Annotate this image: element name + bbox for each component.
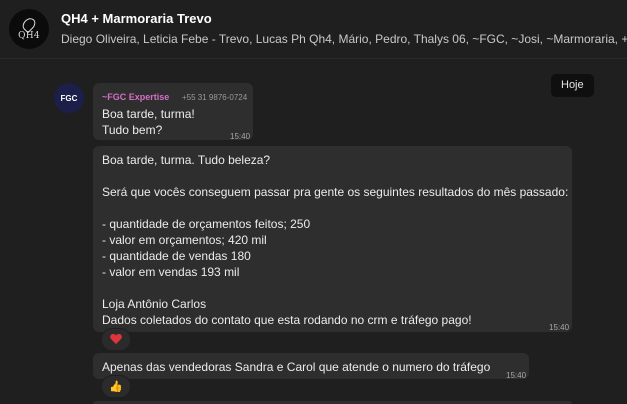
chat-title[interactable]: QH4 + Marmoraria Trevo <box>61 11 212 26</box>
sender-name[interactable]: ~FGC Expertise <box>102 89 169 105</box>
reaction-badge[interactable] <box>101 328 131 351</box>
chat-header[interactable]: QH4 QH4 + Marmoraria Trevo Diego Oliveir… <box>0 0 627 59</box>
message-line: - quantidade de orçamentos feitos; 250 <box>102 217 311 231</box>
sender-phone: +55 31 9876-0724 <box>182 93 248 102</box>
heart-icon <box>110 334 122 345</box>
message-line: Tudo bem? <box>102 123 163 137</box>
message-bubble[interactable]: Boa tarde, turma. Tudo beleza? Será que … <box>93 146 572 332</box>
reaction-badge[interactable]: 👍 <box>101 375 131 398</box>
message-line: - quantidade de vendas 180 <box>102 249 251 263</box>
message-line: Dados coletados do contato que esta roda… <box>102 313 472 327</box>
message-bubble[interactable]: Apenas das vendedoras Sandra e Carol que… <box>93 353 529 380</box>
message-line: - valor em vendas 193 mil <box>102 265 240 279</box>
date-badge: Hoje <box>551 74 594 97</box>
message-time: 15:40 <box>506 371 527 380</box>
message-line: Será que vocês conseguem passar pra gent… <box>102 185 569 199</box>
thumbs-up-icon: 👍 <box>109 381 123 393</box>
sender-avatar[interactable]: FGC <box>54 83 84 113</box>
message-bubble[interactable]: ~FGC Expertise +55 31 9876-0724 Boa tard… <box>93 83 253 141</box>
message-time: 15:40 <box>549 323 570 332</box>
message-line: Loja Antônio Carlos <box>102 297 207 311</box>
message-line: Boa tarde, turma! <box>102 107 195 121</box>
message-line: Apenas das vendedoras Sandra e Carol que… <box>102 360 491 374</box>
group-avatar-text: QH4 <box>18 31 40 41</box>
group-avatar[interactable]: QH4 <box>9 9 49 49</box>
message-time: 15:40 <box>230 132 251 141</box>
chat-members[interactable]: Diego Oliveira, Leticia Febe - Trevo, Lu… <box>61 32 627 46</box>
message-line: - valor em orçamentos; 420 mil <box>102 233 267 247</box>
message-line: Boa tarde, turma. Tudo beleza? <box>102 153 271 167</box>
